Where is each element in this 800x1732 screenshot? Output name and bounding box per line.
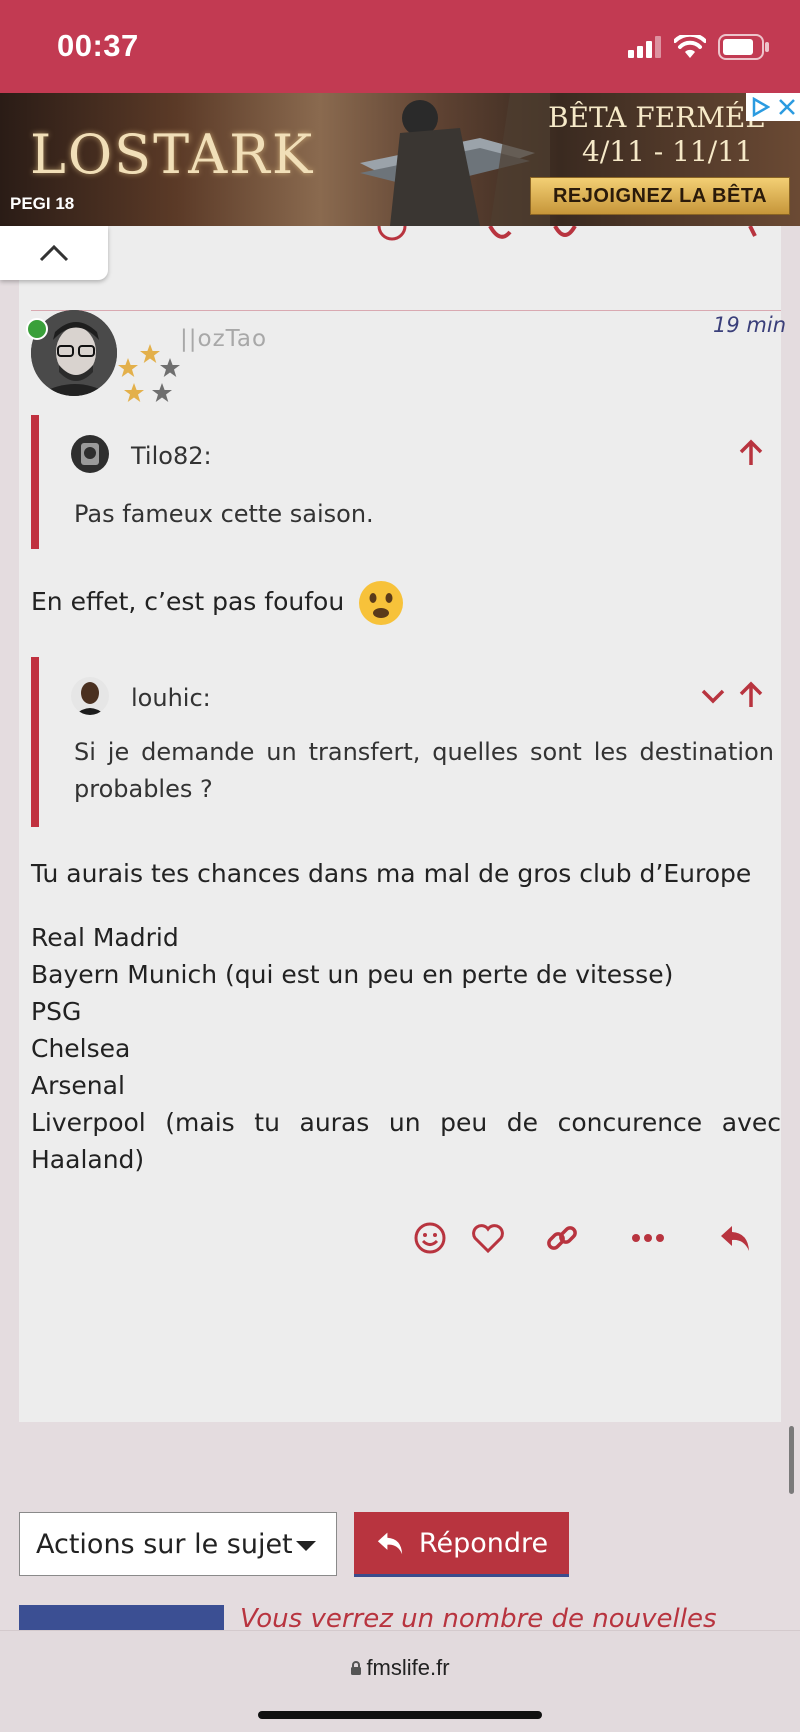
reply-icon bbox=[721, 1226, 749, 1251]
post-text-line: En effet, c’est pas foufou bbox=[31, 587, 345, 616]
ad-knight-image bbox=[360, 93, 550, 226]
adchoices-icon[interactable] bbox=[750, 97, 770, 117]
chevron-up-icon bbox=[39, 244, 69, 262]
ad-title: BÊTA FERMÉE bbox=[548, 101, 766, 134]
ad-dates: 4/11 - 11/11 bbox=[582, 135, 753, 168]
quote-block: louhic: Si je demande un transfert, quel… bbox=[31, 657, 774, 827]
arrow-up-icon[interactable] bbox=[738, 681, 764, 709]
topic-actions-select[interactable]: Actions sur le sujet bbox=[19, 1512, 337, 1576]
react-button[interactable] bbox=[410, 1216, 450, 1260]
list-item: PSG bbox=[31, 997, 82, 1026]
lock-icon bbox=[351, 1661, 362, 1675]
status-bar: 00:37 bbox=[0, 0, 800, 93]
list-item: Liverpool (mais tu auras un peu de concu… bbox=[31, 1108, 781, 1174]
topic-actions-label: Actions sur le sujet bbox=[36, 1528, 293, 1560]
collapse-ad-button[interactable] bbox=[0, 226, 108, 280]
wifi-icon bbox=[674, 35, 706, 58]
list-item: Arsenal bbox=[31, 1071, 125, 1100]
more-icon bbox=[632, 1234, 664, 1242]
signal-icon bbox=[628, 36, 661, 58]
reply-icon bbox=[377, 1532, 403, 1555]
post-text: En effet, c’est pas foufou bbox=[31, 580, 781, 626]
quote-avatar bbox=[71, 435, 109, 473]
quote-avatar-image bbox=[71, 677, 109, 715]
post-separator bbox=[31, 310, 781, 311]
arrow-up-icon[interactable] bbox=[738, 439, 764, 467]
list-item: Bayern Munich (qui est un peu en perte d… bbox=[31, 960, 674, 989]
copy-link-button[interactable] bbox=[542, 1216, 582, 1260]
previous-post-actions bbox=[377, 226, 757, 241]
ad-cta-button[interactable]: REJOIGNEZ LA BÊTA bbox=[530, 177, 790, 215]
more-button[interactable] bbox=[628, 1216, 668, 1260]
scrollbar[interactable] bbox=[789, 1426, 794, 1494]
quote-avatar-image bbox=[71, 435, 109, 473]
post-username[interactable]: ||ozTao bbox=[180, 326, 267, 352]
ad-choices[interactable] bbox=[746, 93, 800, 121]
list-item: Real Madrid bbox=[31, 923, 179, 952]
caret-down-icon bbox=[296, 1541, 316, 1551]
ad-rating: PEGI 18 bbox=[10, 194, 75, 213]
post-actions bbox=[410, 1216, 760, 1260]
post-text-line: Tu aurais tes chances dans ma mal de gro… bbox=[31, 859, 752, 888]
quote-block: Tilo82: Pas fameux cette saison. bbox=[31, 415, 774, 549]
quote-author[interactable]: Tilo82: bbox=[131, 442, 212, 470]
ad-banner[interactable]: LOSTARK PEGI 18 BÊTA FERMÉE 4/11 - 11/11… bbox=[0, 93, 800, 226]
frowning-face-emoji-icon bbox=[359, 581, 404, 625]
quote-author[interactable]: louhic: bbox=[131, 684, 211, 712]
quote-text: Si je demande un transfert, quelles sont… bbox=[74, 738, 774, 803]
club-list: Real Madrid Bayern Munich (qui est un pe… bbox=[31, 919, 781, 1178]
list-item: Chelsea bbox=[31, 1034, 131, 1063]
close-icon[interactable] bbox=[778, 98, 796, 116]
battery-icon bbox=[718, 34, 769, 60]
url-text: fmslife.fr bbox=[366, 1655, 450, 1680]
chevron-down-icon[interactable] bbox=[700, 681, 726, 709]
home-indicator[interactable] bbox=[258, 1711, 542, 1719]
status-time: 00:37 bbox=[57, 28, 139, 63]
quote-text: Pas fameux cette saison. bbox=[74, 500, 374, 528]
reply-post-button[interactable] bbox=[715, 1216, 755, 1260]
reply-button[interactable]: Répondre bbox=[354, 1512, 569, 1577]
like-button[interactable] bbox=[468, 1216, 508, 1260]
heart-icon bbox=[472, 1224, 504, 1253]
ad-logo: LOSTARK bbox=[30, 123, 315, 186]
link-icon bbox=[547, 1226, 577, 1250]
reply-button-label: Répondre bbox=[418, 1527, 549, 1559]
address-bar[interactable]: fmslife.fr bbox=[0, 1655, 800, 1681]
online-status-indicator bbox=[26, 318, 48, 340]
smiley-icon bbox=[414, 1222, 446, 1254]
browser-bar: fmslife.fr bbox=[0, 1630, 800, 1732]
post-time[interactable]: 19 min bbox=[713, 313, 786, 337]
quote-avatar bbox=[71, 677, 109, 715]
